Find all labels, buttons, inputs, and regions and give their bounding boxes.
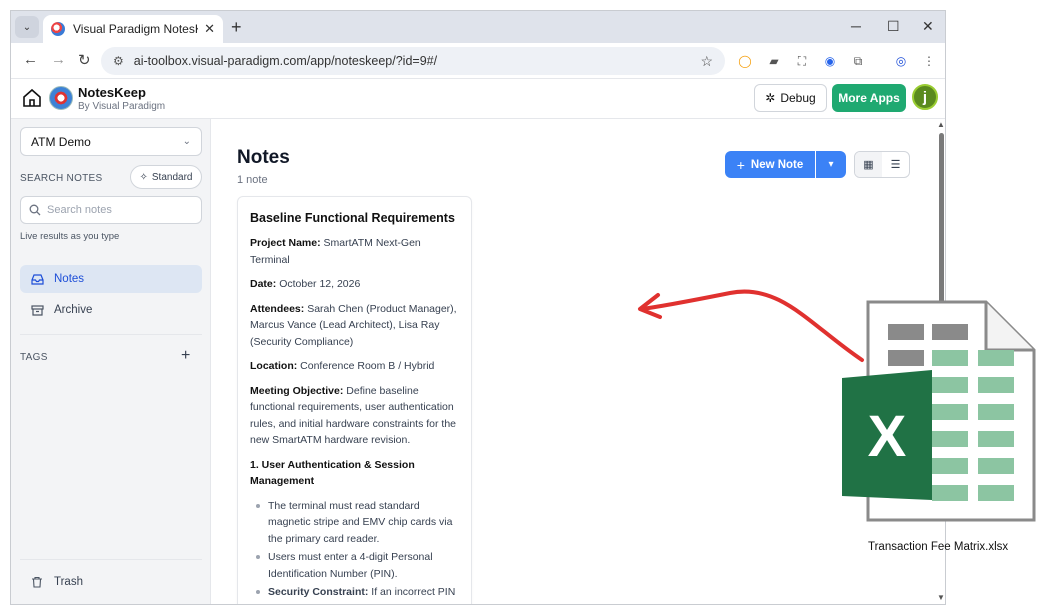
tab-search-chevron-icon[interactable]: ⌄ (15, 16, 39, 38)
list-view-icon[interactable]: ☰ (882, 152, 909, 177)
close-window-button[interactable]: ✕ (922, 18, 934, 35)
favicon-icon (51, 22, 65, 36)
back-arrow-icon[interactable]: ← (23, 51, 38, 68)
note-bullet-list: The terminal must read standard magnetic… (250, 498, 459, 601)
screenshot-icon[interactable]: ⛶ (794, 53, 810, 69)
sidebar: ATM Demo ⌄ SEARCH NOTES ✧ Standard Searc… (11, 119, 211, 604)
inbox-icon (30, 273, 44, 285)
extension-blue-icon[interactable]: ◉ (822, 53, 838, 69)
note-title: Baseline Functional Requirements (250, 211, 455, 225)
profile-icon[interactable]: ◎ (893, 53, 909, 69)
note-objective: Meeting Objective: Define baseline funct… (250, 383, 459, 449)
new-note-dropdown-button[interactable]: ▾ (816, 151, 846, 178)
bug-icon: ✲ (765, 91, 776, 105)
address-bar[interactable]: ⚙ ai-toolbox.visual-paradigm.com/app/not… (101, 47, 725, 75)
tags-label: TAGS (20, 352, 48, 363)
search-input[interactable]: Search notes (20, 196, 202, 224)
note-section-heading: 1. User Authentication & Session Managem… (250, 458, 415, 488)
avatar[interactable]: j (912, 84, 938, 110)
sparkle-icon: ✧ (139, 171, 148, 183)
tab-close-icon[interactable]: ✕ (204, 21, 215, 37)
brand: NotesKeep By Visual Paradigm (78, 85, 165, 112)
add-tag-button[interactable]: + (181, 347, 190, 365)
trash-icon (30, 576, 44, 588)
note-attendees: Attendees: Sarah Chen (Product Manager),… (250, 301, 459, 351)
search-mode-button[interactable]: ✧ Standard (130, 165, 202, 189)
forward-arrow-icon[interactable]: → (51, 51, 66, 68)
view-toggle: ▦ ☰ (854, 151, 910, 178)
field-label: Security Constraint: (268, 586, 369, 598)
field-value: October 12, 2026 (279, 278, 361, 290)
note-date: Date: October 12, 2026 (250, 276, 459, 293)
site-settings-icon[interactable]: ⚙ (113, 54, 124, 68)
new-tab-button[interactable]: + (231, 17, 242, 38)
search-mode-label: Standard (151, 171, 193, 183)
sidebar-item-label: Archive (54, 304, 93, 316)
search-placeholder: Search notes (47, 204, 112, 216)
sidebar-item-notes[interactable]: Notes (20, 265, 202, 293)
note-count: 1 note (237, 174, 268, 186)
archive-icon (30, 304, 44, 316)
new-note-button[interactable]: + New Note (725, 151, 815, 178)
extension-circle-icon[interactable]: ◯ (737, 53, 753, 69)
notebook-select[interactable]: ATM Demo ⌄ (20, 127, 202, 156)
grid-view-icon[interactable]: ▦ (855, 152, 882, 177)
field-value: Conference Room B / Hybrid (300, 360, 435, 372)
browser-tab[interactable]: Visual Paradigm NotesKeep: AI ✕ (43, 15, 223, 43)
field-value: If an incorrect PIN (371, 586, 456, 598)
reload-icon[interactable]: ↻ (78, 51, 91, 69)
puzzle-extensions-icon[interactable]: ⧉ (850, 53, 866, 69)
note-project: Project Name: SmartATM Next-Gen Terminal (250, 235, 459, 268)
more-apps-button[interactable]: More Apps (832, 84, 906, 112)
list-item: Users must enter a 4-digit Personal Iden… (256, 549, 459, 582)
excel-file-icon[interactable]: X (838, 300, 1038, 530)
field-label: Meeting Objective: (250, 384, 344, 397)
scroll-thumb[interactable] (939, 133, 944, 313)
sidebar-item-archive[interactable]: Archive (20, 296, 202, 324)
browser-menu-icon[interactable]: ⋮ (921, 53, 937, 69)
field-label: Attendees: (250, 302, 305, 315)
bookmark-star-icon[interactable]: ☆ (700, 53, 713, 70)
home-icon[interactable] (21, 87, 43, 109)
field-label: Project Name: (250, 237, 321, 249)
scroll-up-arrow-icon[interactable]: ▲ (937, 120, 945, 129)
note-location: Location: Conference Room B / Hybrid (250, 358, 459, 375)
search-notes-label: SEARCH NOTES (20, 173, 103, 184)
search-hint: Live results as you type (20, 231, 120, 242)
file-caption: Transaction Fee Matrix.xlsx (868, 541, 1009, 553)
plus-icon: + (736, 156, 745, 173)
tab-title: Visual Paradigm NotesKeep: AI (73, 22, 198, 36)
chevron-down-icon: ▾ (828, 159, 834, 170)
search-icon (29, 204, 41, 216)
sidebar-item-trash[interactable]: Trash (20, 568, 202, 596)
debug-button[interactable]: ✲ Debug (754, 84, 827, 112)
red-arrow-icon (638, 289, 864, 362)
browser-toolbar: ← → ↻ ⚙ ai-toolbox.visual-paradigm.com/a… (11, 43, 945, 79)
tab-strip: ⌄ Visual Paradigm NotesKeep: AI ✕ + ─ ☐ … (11, 11, 945, 43)
chevron-down-icon: ⌄ (182, 136, 191, 147)
noteskeep-logo-icon (49, 86, 73, 110)
sidebar-item-label: Notes (54, 273, 85, 285)
app-header: NotesKeep By Visual Paradigm ✲ Debug Mor… (11, 79, 945, 119)
sidebar-divider (20, 334, 202, 335)
list-item: The terminal must read standard magnetic… (256, 498, 459, 548)
maximize-button[interactable]: ☐ (887, 18, 900, 35)
field-label: Location: (250, 360, 298, 372)
note-card[interactable]: Baseline Functional Requirements Project… (237, 196, 472, 604)
excel-letter: X (868, 404, 907, 469)
url-text[interactable]: ai-toolbox.visual-paradigm.com/app/notes… (134, 54, 701, 68)
app-name: NotesKeep (78, 85, 146, 100)
debug-label: Debug (780, 91, 816, 105)
scroll-down-arrow-icon[interactable]: ▼ (937, 593, 945, 602)
list-item: Security Constraint: If an incorrect PIN (256, 584, 459, 601)
app-byline: By Visual Paradigm (78, 101, 166, 112)
minimize-button[interactable]: ─ (851, 18, 861, 34)
notebook-name: ATM Demo (31, 134, 91, 149)
sidebar-divider (20, 559, 202, 560)
new-note-label: New Note (750, 158, 804, 171)
sidebar-item-label: Trash (54, 576, 83, 588)
extension-chat-icon[interactable]: ▰ (766, 53, 782, 69)
field-label: Date: (250, 278, 277, 290)
page-title: Notes (237, 147, 290, 168)
